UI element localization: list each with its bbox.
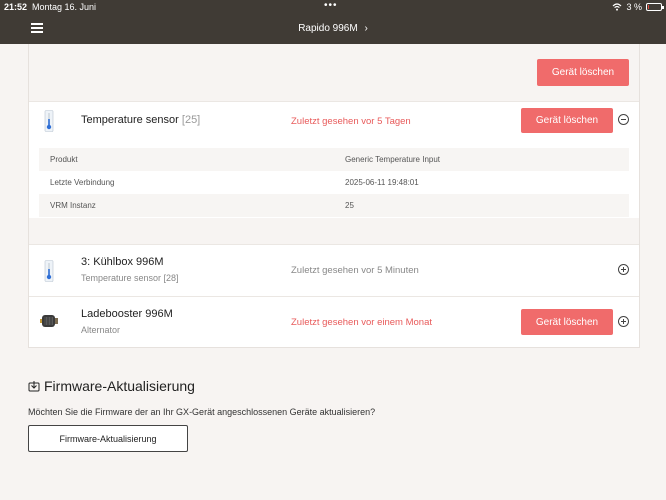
device-name: 3: Kühlbox 996M: [81, 256, 164, 268]
details-row: Produkt Generic Temperature Input: [39, 148, 629, 171]
delete-device-button[interactable]: Gerät löschen: [521, 108, 613, 133]
expand-icon[interactable]: [618, 316, 629, 327]
expand-icon[interactable]: [618, 264, 629, 275]
top-navigation-bar: Rapido 996M ›: [0, 14, 666, 44]
status-date: Montag 16. Juni: [32, 2, 97, 12]
delete-device-button[interactable]: Gerät löschen: [537, 59, 629, 86]
status-time: 21:52: [4, 2, 28, 12]
device-top-section: Gerät löschen: [29, 44, 639, 102]
firmware-title-text: Firmware-Aktualisierung: [44, 378, 195, 394]
battery-percent: 3 %: [626, 2, 642, 12]
device-name: Ladebooster 996M: [81, 308, 173, 320]
details-label: VRM Instanz: [50, 201, 96, 210]
details-label: Produkt: [50, 155, 78, 164]
firmware-update-button[interactable]: Firmware-Aktualisierung: [28, 425, 188, 452]
last-seen-text: Zuletzt gesehen vor 5 Minuten: [291, 265, 419, 276]
installation-name: Rapido 996M: [298, 23, 358, 34]
firmware-section-title: Firmware-Aktualisierung: [28, 378, 195, 394]
ios-status-bar: 21:52 Montag 16. Juni ••• 3 %: [0, 0, 666, 14]
battery-icon: [646, 3, 664, 11]
details-label: Letzte Verbindung: [50, 178, 115, 187]
last-seen-text: Zuletzt gesehen vor einem Monat: [291, 317, 432, 328]
thermometer-icon: [44, 260, 54, 282]
wifi-icon: [613, 3, 622, 11]
device-row-kuehlbox[interactable]: 3: Kühlbox 996M Temperature sensor [28] …: [29, 245, 639, 296]
last-seen-text: Zuletzt gesehen vor 5 Tagen: [291, 116, 411, 127]
details-row: Letzte Verbindung 2025-06-11 19:48:01: [39, 171, 629, 194]
device-subtitle: Alternator: [81, 325, 121, 335]
device-row-ladebooster[interactable]: Ladebooster 996M Alternator Zuletzt gese…: [29, 297, 639, 347]
details-value: 25: [345, 201, 354, 210]
device-details-table: Produkt Generic Temperature Input Letzte…: [39, 148, 629, 217]
device-list-card: Gerät löschen Temperature sensor [25] Zu…: [28, 44, 640, 348]
status-right: 3 %: [612, 2, 664, 12]
multitasking-dots-icon[interactable]: •••: [324, 0, 338, 11]
alternator-icon: [40, 315, 58, 327]
details-value: 2025-06-11 19:48:01: [345, 178, 419, 187]
device-index: [25]: [181, 114, 201, 126]
details-row: VRM Instanz 25: [39, 194, 629, 217]
thermometer-icon: [44, 110, 54, 132]
details-value: Generic Temperature Input: [345, 155, 441, 164]
firmware-description: Möchten Sie die Firmware der an Ihr GX-G…: [28, 407, 376, 417]
collapse-icon[interactable]: [618, 114, 629, 125]
delete-device-button[interactable]: Gerät löschen: [521, 309, 613, 335]
device-subtitle: Temperature sensor [28]: [81, 273, 179, 283]
firmware-update-icon: [28, 381, 40, 392]
section-gap: [29, 218, 639, 244]
chevron-right-icon: ›: [364, 23, 368, 34]
installation-title[interactable]: Rapido 996M ›: [0, 23, 666, 34]
device-name: Temperature sensor [25]: [81, 114, 201, 126]
